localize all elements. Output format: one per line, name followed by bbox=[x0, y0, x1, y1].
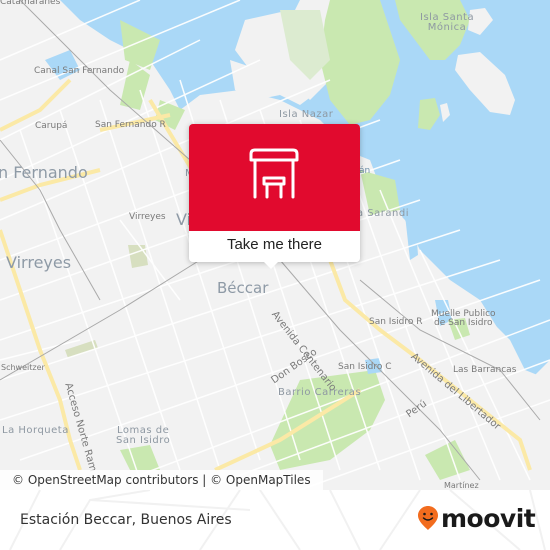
muelle-line-2: de San Isidro bbox=[434, 318, 493, 328]
map-label-san-isidro-r: San Isidro R bbox=[369, 317, 423, 327]
map-label-an: án bbox=[359, 166, 371, 176]
station-title: Estación Beccar, Buenos Aires bbox=[20, 512, 232, 528]
lomas-line-2: San Isidro bbox=[116, 435, 171, 446]
map-label-san-fernando: n Fernando bbox=[0, 163, 88, 182]
map-label-isla-santa-monica: Isla Santa Mónica bbox=[420, 13, 474, 33]
map-label-muelle-publico: Muelle Publico de San Isidro bbox=[431, 310, 496, 328]
moovit-pin-smile-icon bbox=[418, 506, 438, 530]
map-label-virreyes: Virreyes bbox=[6, 253, 72, 272]
map-label-san-isidro-c: San Isidro C bbox=[338, 362, 392, 372]
map-label-canal-san-fernando: Canal San Fernando bbox=[34, 66, 125, 76]
map-label-carupa: Carupá bbox=[35, 121, 68, 131]
isla-santa-monica-line-2: Mónica bbox=[427, 22, 467, 33]
map-label-isla-nazar: Isla Nazar bbox=[279, 109, 334, 120]
footer-bar: Estación Beccar, Buenos Aires moovit bbox=[0, 490, 550, 550]
map-label-san-fernando-r: San Fernando R bbox=[95, 120, 166, 130]
map-label-virreyes-station: Virreyes bbox=[129, 212, 166, 222]
moovit-logo[interactable]: moovit bbox=[417, 503, 536, 533]
map-label-catamaranes: Catamaranes bbox=[0, 0, 61, 7]
map-label-sarandi: a Sarandi bbox=[357, 208, 409, 219]
moovit-wordmark: moovit bbox=[441, 503, 536, 533]
location-popup[interactable]: Take me there bbox=[189, 124, 360, 269]
map-label-lomas-de-san-isidro: Lomas de San Isidro bbox=[116, 426, 170, 446]
popup-header bbox=[189, 124, 360, 231]
map-label-barrio-carreras: Barrio Carreras bbox=[278, 387, 362, 398]
map-label-beccar: Béccar bbox=[217, 279, 269, 297]
map-label-las-barrancas: Las Barrancas bbox=[453, 365, 517, 375]
map-label-martinez: Martínez bbox=[444, 481, 479, 490]
popup-pointer bbox=[263, 261, 279, 269]
take-me-there-button[interactable]: Take me there bbox=[189, 231, 360, 262]
map-label-la-horqueta: La Horqueta bbox=[2, 425, 69, 436]
map-attribution[interactable]: © OpenStreetMap contributors | © OpenMap… bbox=[0, 470, 323, 490]
bus-stop-icon bbox=[249, 148, 299, 199]
map-label-schweitzer: Schweitzer bbox=[1, 363, 45, 372]
map-view[interactable]: Catamaranes Canal San Fernando Carupá Sa… bbox=[0, 0, 550, 490]
